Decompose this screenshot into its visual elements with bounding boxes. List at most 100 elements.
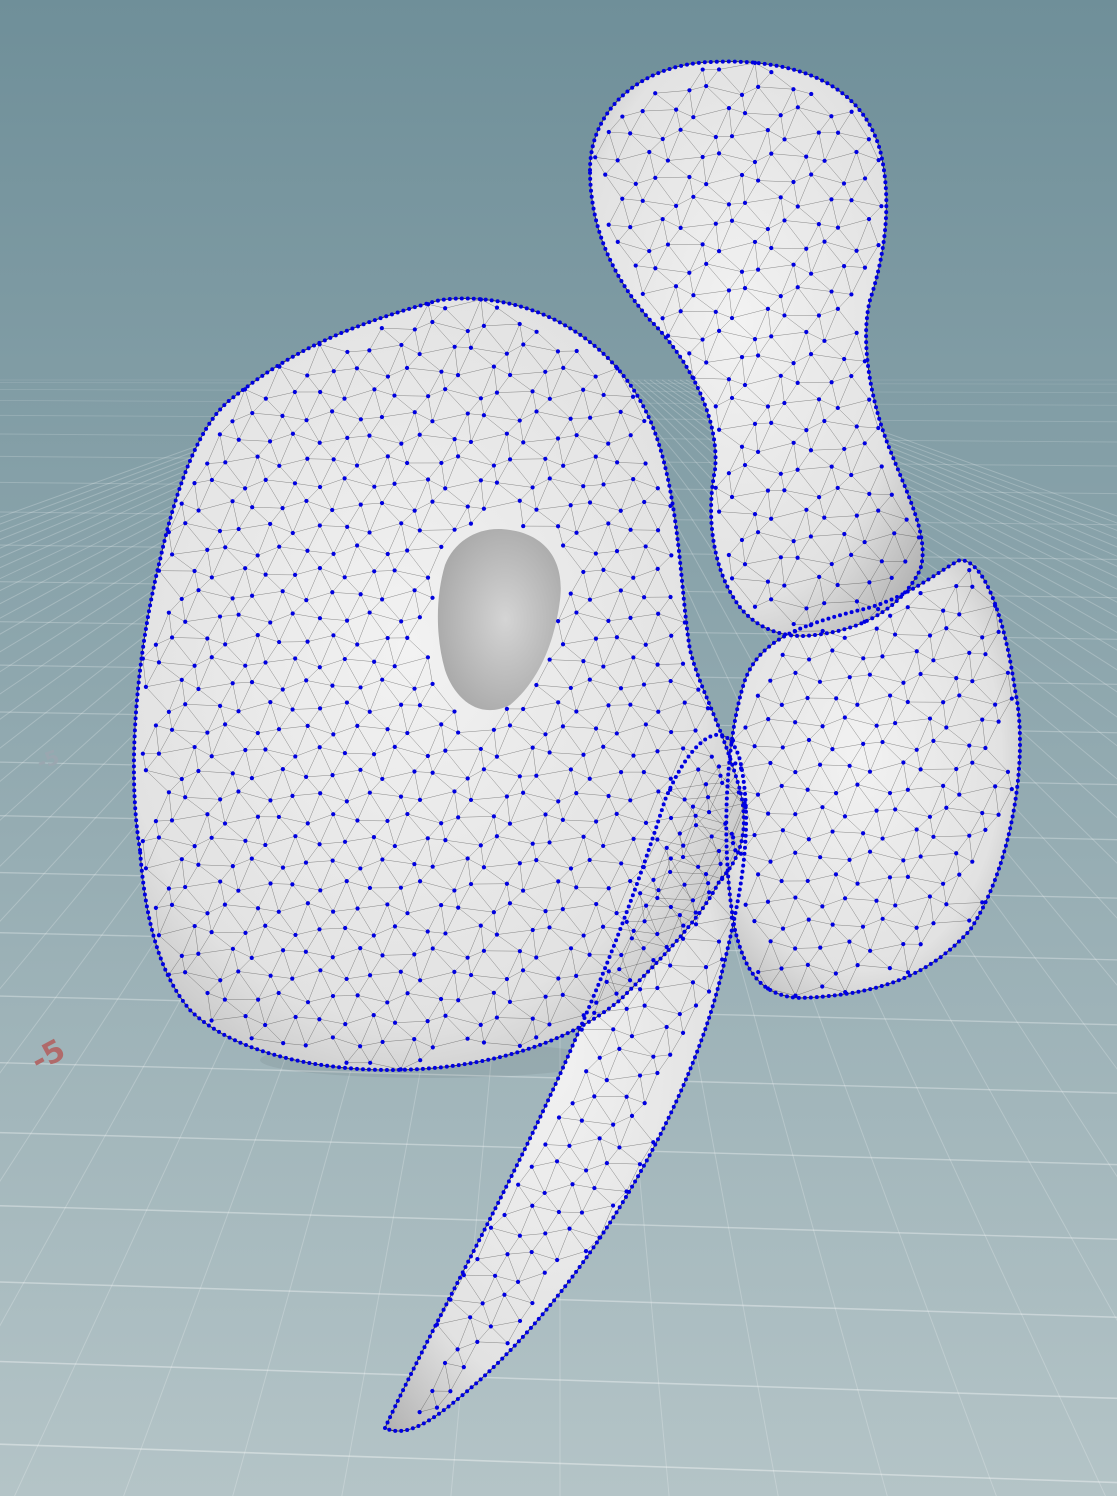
mesh-point[interactable]: [806, 657, 812, 662]
mesh-boundary-point[interactable]: [720, 59, 725, 64]
mesh-point[interactable]: [517, 498, 522, 503]
mesh-point[interactable]: [941, 608, 946, 613]
mesh-point[interactable]: [862, 265, 868, 270]
mesh-boundary-point[interactable]: [711, 479, 716, 484]
mesh-point[interactable]: [372, 387, 377, 392]
mesh-boundary-point[interactable]: [907, 495, 912, 500]
mesh-point[interactable]: [587, 500, 593, 505]
mesh-boundary-point[interactable]: [654, 960, 659, 965]
mesh-point[interactable]: [606, 703, 611, 708]
mesh-boundary-point[interactable]: [943, 951, 948, 956]
mesh-boundary-point[interactable]: [592, 343, 597, 348]
mesh-point[interactable]: [618, 409, 623, 414]
mesh-boundary-point[interactable]: [660, 454, 665, 459]
mesh-boundary-point[interactable]: [166, 521, 171, 526]
mesh-point[interactable]: [166, 709, 171, 714]
mesh-point[interactable]: [668, 678, 673, 684]
mesh-boundary-point[interactable]: [138, 668, 143, 673]
mesh-point[interactable]: [833, 971, 838, 976]
mesh-point[interactable]: [862, 539, 867, 545]
mesh-boundary-point[interactable]: [988, 590, 993, 595]
mesh-point[interactable]: [504, 881, 510, 886]
mesh-point[interactable]: [385, 551, 390, 557]
mesh-point[interactable]: [507, 457, 513, 462]
mesh-point[interactable]: [280, 413, 285, 418]
mesh-point[interactable]: [668, 594, 673, 600]
mesh-point[interactable]: [330, 1035, 335, 1040]
mesh-boundary-point[interactable]: [702, 402, 707, 407]
mesh-boundary-point[interactable]: [420, 1066, 425, 1071]
mesh-point[interactable]: [903, 559, 908, 564]
mesh-point[interactable]: [944, 626, 949, 631]
mesh-boundary-point[interactable]: [289, 1057, 294, 1062]
mesh-boundary-point[interactable]: [801, 633, 806, 638]
mesh-point[interactable]: [944, 902, 949, 907]
mesh-point[interactable]: [405, 730, 410, 736]
mesh-boundary-point[interactable]: [1016, 707, 1021, 712]
mesh-boundary-point[interactable]: [726, 766, 731, 771]
mesh-point[interactable]: [230, 946, 236, 951]
mesh-point[interactable]: [263, 572, 268, 577]
mesh-point[interactable]: [1005, 769, 1011, 774]
mesh-point[interactable]: [456, 815, 461, 820]
mesh-point[interactable]: [795, 285, 800, 290]
mesh-point[interactable]: [556, 619, 561, 624]
mesh-point[interactable]: [205, 911, 210, 916]
mesh-point[interactable]: [860, 831, 866, 836]
mesh-point[interactable]: [793, 769, 798, 775]
mesh-point[interactable]: [456, 730, 461, 735]
mesh-boundary-point[interactable]: [905, 589, 910, 594]
mesh-point[interactable]: [330, 993, 336, 999]
mesh-point[interactable]: [330, 590, 335, 595]
mesh-point[interactable]: [372, 569, 377, 574]
mesh-boundary-point[interactable]: [706, 701, 711, 706]
mesh-point[interactable]: [236, 612, 241, 617]
mesh-point[interactable]: [392, 924, 398, 929]
mesh-point[interactable]: [156, 751, 162, 756]
mesh-point[interactable]: [842, 896, 848, 901]
mesh-boundary-point[interactable]: [946, 564, 951, 569]
mesh-boundary-point[interactable]: [614, 364, 619, 369]
mesh-point[interactable]: [765, 306, 771, 311]
mesh-boundary-point[interactable]: [441, 297, 446, 302]
mesh-boundary-point[interactable]: [177, 993, 182, 998]
mesh-boundary-point[interactable]: [590, 200, 595, 205]
mesh-boundary-point[interactable]: [143, 626, 148, 631]
mesh-boundary-point[interactable]: [921, 580, 926, 585]
mesh-point[interactable]: [742, 382, 748, 388]
mesh-point[interactable]: [205, 730, 210, 735]
mesh-boundary-point[interactable]: [641, 404, 646, 409]
mesh-point[interactable]: [804, 507, 809, 512]
mesh-point[interactable]: [867, 769, 873, 774]
mesh-point[interactable]: [417, 703, 423, 708]
mesh-point[interactable]: [944, 805, 949, 810]
mesh-point[interactable]: [574, 433, 579, 438]
mesh-boundary-point[interactable]: [171, 504, 176, 509]
mesh-point[interactable]: [656, 709, 661, 714]
mesh-point[interactable]: [290, 611, 295, 616]
mesh-boundary-point[interactable]: [712, 473, 717, 478]
mesh-point[interactable]: [166, 886, 171, 891]
mesh-boundary-point[interactable]: [1016, 772, 1021, 777]
mesh-boundary-point[interactable]: [132, 728, 137, 733]
mesh-point[interactable]: [217, 703, 223, 709]
mesh-point[interactable]: [993, 702, 998, 707]
mesh-point[interactable]: [681, 843, 686, 848]
mesh-boundary-point[interactable]: [741, 683, 746, 688]
mesh-boundary-point[interactable]: [610, 360, 615, 365]
mesh-boundary-point[interactable]: [549, 1038, 554, 1043]
viewport-canvas[interactable]: -5 -5: [0, 0, 1117, 1496]
mesh-point[interactable]: [829, 197, 834, 202]
mesh-boundary-point[interactable]: [613, 268, 618, 273]
mesh-point[interactable]: [280, 948, 286, 953]
mesh-point[interactable]: [756, 969, 761, 975]
mesh-boundary-point[interactable]: [710, 891, 715, 896]
mesh-boundary-point[interactable]: [697, 678, 702, 683]
mesh-boundary-point[interactable]: [713, 461, 718, 466]
mesh-point[interactable]: [593, 636, 599, 641]
mesh-point[interactable]: [581, 569, 586, 575]
mesh-boundary-point[interactable]: [325, 1063, 330, 1068]
mesh-point[interactable]: [521, 706, 526, 712]
mesh-boundary-point[interactable]: [628, 383, 633, 388]
mesh-point[interactable]: [468, 439, 474, 445]
